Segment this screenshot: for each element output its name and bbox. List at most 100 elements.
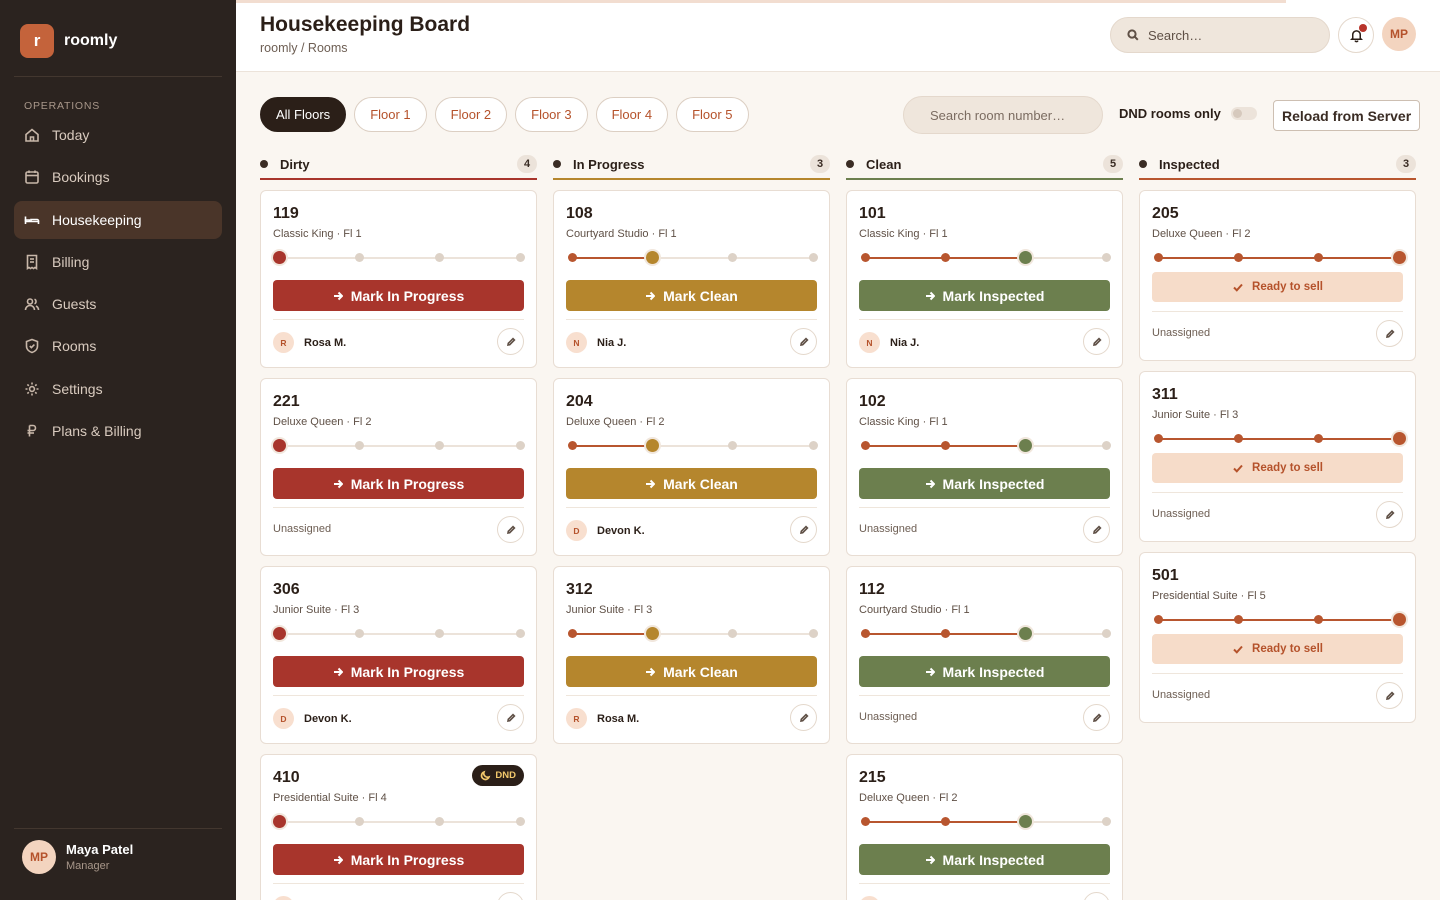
advance-status-button[interactable]: Mark In Progress — [273, 280, 524, 311]
assignee-avatar: R — [566, 708, 587, 729]
sidebar: r roomly OPERATIONS Today Bookings House… — [0, 0, 236, 900]
header-avatar[interactable]: MP — [1382, 17, 1416, 51]
edit-assignee-button[interactable] — [497, 892, 524, 900]
notifications-button[interactable] — [1338, 17, 1374, 53]
dnd-toggle[interactable] — [1230, 107, 1257, 120]
room-card[interactable]: 119 Classic King · Fl 1 Mark In Progress… — [260, 190, 537, 368]
edit-assignee-button[interactable] — [497, 516, 524, 543]
filter-chip-floor-2[interactable]: Floor 2 — [434, 97, 508, 132]
pencil-icon — [799, 712, 809, 722]
column-cards: 101 Classic King · Fl 1 Mark Inspected N… — [846, 190, 1123, 900]
advance-status-button[interactable]: Mark In Progress — [273, 656, 524, 687]
column-cards: 119 Classic King · Fl 1 Mark In Progress… — [260, 190, 537, 900]
edit-assignee-button[interactable] — [1376, 682, 1403, 709]
column-dirty: Dirty 4 119 Classic King · Fl 1 Mark In … — [260, 150, 537, 900]
status-progress-track — [272, 251, 525, 264]
room-card[interactable]: 102 Classic King · Fl 1 Mark Inspected U… — [846, 378, 1123, 556]
action-label: Mark Inspected — [942, 851, 1045, 868]
filter-chip-floor-5[interactable]: Floor 5 — [676, 97, 749, 132]
progress-step — [645, 439, 659, 452]
room-card[interactable]: 205 Deluxe Queen · Fl 2 Ready to sell Un… — [1139, 190, 1416, 361]
advance-status-button[interactable]: Mark Clean — [566, 656, 817, 687]
brand[interactable]: r roomly — [20, 24, 117, 58]
edit-assignee-button[interactable] — [1376, 320, 1403, 347]
advance-status-button[interactable]: Mark In Progress — [273, 844, 524, 875]
sidebar-item-housekeeping[interactable]: Housekeeping — [14, 200, 222, 239]
advance-status-button[interactable]: Mark Clean — [566, 468, 817, 499]
sidebar-item-rooms[interactable]: Rooms — [14, 327, 222, 365]
advance-status-button[interactable]: Mark Inspected — [859, 468, 1110, 499]
room-card[interactable]: 108 Courtyard Studio · Fl 1 Mark Clean N… — [553, 190, 830, 368]
room-card[interactable]: 501 Presidential Suite · Fl 5 Ready to s… — [1139, 552, 1416, 723]
room-card[interactable]: 215 Deluxe Queen · Fl 2 Mark Inspected N… — [846, 754, 1123, 900]
column-header: Dirty 4 — [260, 150, 537, 180]
ready-to-sell-badge: Ready to sell — [1152, 272, 1403, 302]
card-footer: Unassigned — [1152, 311, 1403, 347]
user-profile[interactable]: MP Maya Patel Manager — [22, 840, 133, 874]
room-card[interactable]: 204 Deluxe Queen · Fl 2 Mark Clean D Dev… — [553, 378, 830, 556]
sidebar-item-billing[interactable]: Billing — [14, 243, 222, 281]
column-header: Clean 5 — [846, 150, 1123, 180]
assignee: N Nia J. — [859, 896, 919, 900]
room-card[interactable]: 311 Junior Suite · Fl 3 Ready to sell Un… — [1139, 371, 1416, 542]
edit-assignee-button[interactable] — [497, 328, 524, 355]
progress-step — [567, 629, 577, 638]
filter-chip-floor-1[interactable]: Floor 1 — [354, 97, 427, 132]
filter-chip-floor-3[interactable]: Floor 3 — [515, 97, 588, 132]
reload-button[interactable]: Reload from Server — [1273, 100, 1421, 131]
action-label: Mark Clean — [663, 663, 738, 680]
advance-status-button[interactable]: Mark Inspected — [859, 844, 1110, 875]
edit-assignee-button[interactable] — [790, 328, 817, 355]
progress-step — [435, 629, 445, 638]
status-progress-fill — [572, 257, 653, 259]
sidebar-item-bookings[interactable]: Bookings — [14, 158, 222, 196]
dnd-label: DND — [495, 770, 516, 781]
room-card[interactable]: 112 Courtyard Studio · Fl 1 Mark Inspect… — [846, 566, 1123, 744]
assignee-name: Rosa M. — [304, 336, 347, 349]
check-icon — [1233, 464, 1243, 473]
room-type: Classic King · Fl 1 — [859, 228, 948, 240]
dnd-filter[interactable]: DND rooms only — [1119, 106, 1257, 121]
sidebar-item-plans-billing[interactable]: Plans & Billing — [14, 412, 222, 450]
sidebar-item-today[interactable]: Today — [14, 116, 222, 154]
room-search-input[interactable]: Search room number… — [903, 96, 1103, 134]
edit-assignee-button[interactable] — [790, 704, 817, 731]
room-card[interactable]: 101 Classic King · Fl 1 Mark Inspected N… — [846, 190, 1123, 368]
progress-step — [940, 441, 950, 450]
assignee-name: Devon K. — [304, 712, 352, 725]
progress-step — [1392, 432, 1406, 445]
advance-status-button[interactable]: Mark Clean — [566, 280, 817, 311]
column-inspected: Inspected 3 205 Deluxe Queen · Fl 2 Read… — [1139, 150, 1416, 733]
advance-status-button[interactable]: Mark Inspected — [859, 656, 1110, 687]
status-progress-track — [1153, 251, 1406, 264]
assignee-avatar: D — [566, 520, 587, 541]
edit-assignee-button[interactable] — [790, 516, 817, 543]
room-type: Presidential Suite · Fl 5 — [1152, 590, 1266, 602]
card-footer: D Devon K. — [566, 507, 817, 543]
filter-chip-floor-4[interactable]: Floor 4 — [595, 97, 669, 132]
sidebar-item-label: Settings — [52, 380, 103, 397]
sidebar-item-settings[interactable]: Settings — [14, 370, 222, 408]
edit-assignee-button[interactable] — [1083, 328, 1110, 355]
room-card[interactable]: 306 Junior Suite · Fl 3 Mark In Progress… — [260, 566, 537, 744]
edit-assignee-button[interactable] — [1083, 892, 1110, 900]
edit-assignee-button[interactable] — [1083, 704, 1110, 731]
progress-step — [728, 253, 738, 262]
room-card[interactable]: 221 Deluxe Queen · Fl 2 Mark In Progress… — [260, 378, 537, 556]
sidebar-item-guests[interactable]: Guests — [14, 285, 222, 323]
edit-assignee-button[interactable] — [1376, 501, 1403, 528]
global-search-input[interactable]: Search… — [1110, 17, 1330, 53]
progress-step — [354, 629, 364, 638]
progress-step — [354, 817, 364, 826]
advance-status-button[interactable]: Mark Inspected — [859, 280, 1110, 311]
arrow-right-icon — [925, 479, 935, 488]
progress-step — [435, 253, 445, 262]
filter-chip-all-floors[interactable]: All Floors — [260, 97, 347, 132]
action-label: Mark Inspected — [942, 287, 1045, 304]
edit-assignee-button[interactable] — [497, 704, 524, 731]
status-progress-fill — [572, 633, 653, 635]
edit-assignee-button[interactable] — [1083, 516, 1110, 543]
room-card[interactable]: 410 Presidential Suite · Fl 4 DND Mark I… — [260, 754, 537, 900]
room-card[interactable]: 312 Junior Suite · Fl 3 Mark Clean R Ros… — [553, 566, 830, 744]
advance-status-button[interactable]: Mark In Progress — [273, 468, 524, 499]
